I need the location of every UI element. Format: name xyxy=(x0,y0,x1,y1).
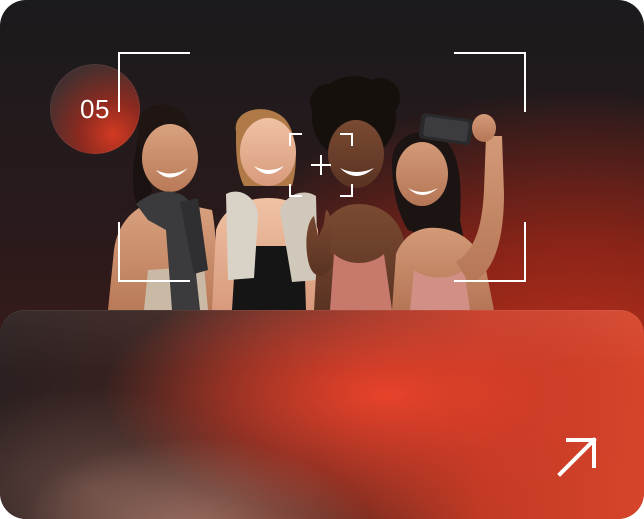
frame-corner-top-left-icon xyxy=(118,52,190,112)
open-link-button[interactable] xyxy=(554,434,600,480)
content-panel xyxy=(0,310,644,519)
feature-card[interactable]: 05 xyxy=(0,0,644,519)
frame-corner-bottom-right-icon xyxy=(454,222,526,282)
focus-reticle-icon xyxy=(288,132,354,198)
arrow-up-right-icon xyxy=(557,437,597,477)
frame-corner-top-right-icon xyxy=(454,52,526,112)
step-number: 05 xyxy=(80,93,110,124)
frame-corner-bottom-left-icon xyxy=(118,222,190,282)
